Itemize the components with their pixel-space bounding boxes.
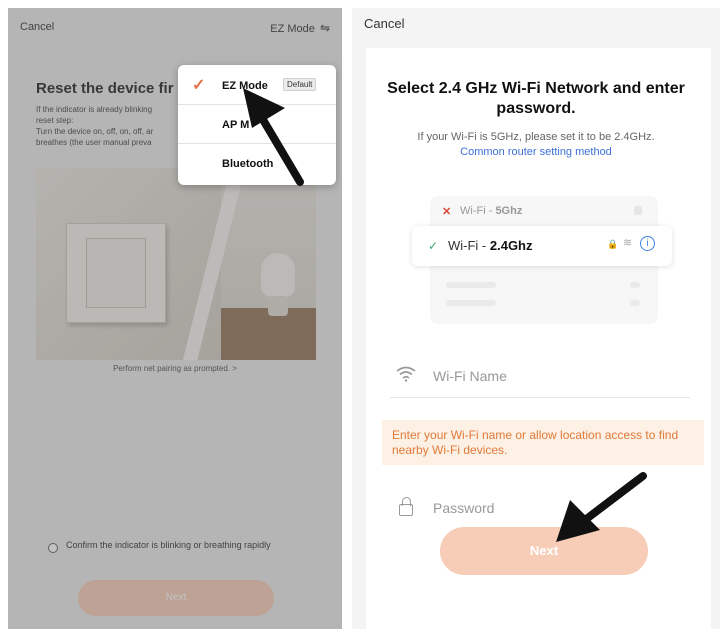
frequency-hint: If your Wi-Fi is 5GHz, please set it to … <box>417 131 655 143</box>
pairing-prompt-link[interactable]: Perform net pairing as prompted. > <box>8 364 342 373</box>
lock-icon: 🔒 <box>607 239 619 249</box>
wifi-name-input[interactable]: Wi-Fi Name <box>433 368 507 384</box>
wifi-icon <box>396 366 416 387</box>
wifi-24g-label: Wi-Fi - 2.4Ghz <box>448 238 533 253</box>
password-input[interactable]: Password <box>433 500 494 516</box>
router-settings-link[interactable]: Common router setting method <box>352 146 720 158</box>
next-button[interactable]: Next <box>440 527 648 575</box>
menu-item-label: Bluetooth <box>222 158 274 170</box>
wifi-24g-row: ✓ Wi-Fi - 2.4Ghz 🔒 ≋ i <box>412 226 672 266</box>
checkmark-icon: ✓ <box>192 77 206 94</box>
wifi-5g-prefix: Wi-Fi - <box>460 205 496 217</box>
light-switch-rocker <box>86 238 146 308</box>
page-title: Reset the device fir <box>36 80 174 97</box>
wifi-name-field[interactable]: Wi-Fi Name <box>390 358 690 398</box>
table-surface <box>221 308 316 360</box>
page-title: Select 2.4 GHz Wi-Fi Network and enter p… <box>387 80 685 117</box>
placeholder-row <box>630 300 640 306</box>
default-badge: Default <box>283 78 317 91</box>
wifi-24g-prefix: Wi-Fi - <box>448 238 490 253</box>
location-warning: Enter your Wi-Fi name or allow location … <box>382 420 704 465</box>
wifi-5g-row: ✕ Wi-Fi - 5Ghz <box>430 202 658 224</box>
check-icon: ✓ <box>428 239 439 253</box>
menu-item-ez-mode[interactable]: ✓ EZ Mode Default <box>178 67 336 105</box>
device-illustration <box>36 168 316 360</box>
menu-item-bluetooth[interactable]: Bluetooth <box>178 145 336 183</box>
lock-icon <box>634 206 642 215</box>
menu-item-label: AP M <box>222 119 250 131</box>
wifi-5g-label: Wi-Fi - 5Ghz <box>460 205 522 217</box>
swap-icon: ⇋ <box>319 21 330 35</box>
menu-item-label: EZ Mode <box>222 80 268 92</box>
placeholder-row <box>446 300 496 306</box>
right-screen: Cancel Select 2.4 GHz Wi-Fi Network and … <box>352 8 720 629</box>
wifi-24g-value: 2.4Ghz <box>489 238 533 253</box>
confirm-label: Confirm the indicator is blinking or bre… <box>66 540 271 550</box>
lock-icon <box>399 497 413 516</box>
wifi-signal-icon: ≋ <box>623 237 633 249</box>
left-screen: Cancel EZ Mode ⇋ Reset the device fir If… <box>8 8 342 629</box>
info-icon: i <box>640 236 655 251</box>
wifi-5g-value: 5Ghz <box>495 205 523 217</box>
placeholder-row <box>630 282 640 288</box>
light-bulb-icon <box>261 253 295 297</box>
cross-icon: ✕ <box>442 206 452 218</box>
mode-selector[interactable]: EZ Mode ⇋ <box>270 21 330 35</box>
cancel-button[interactable]: Cancel <box>20 21 54 33</box>
mode-dropdown-menu: ✓ EZ Mode Default AP M Bluetooth <box>178 65 336 185</box>
password-field[interactable]: Password <box>390 490 690 530</box>
next-button[interactable]: Next <box>78 580 274 616</box>
cancel-button[interactable]: Cancel <box>364 16 404 31</box>
menu-item-ap-mode[interactable]: AP M <box>178 106 336 144</box>
mode-label: EZ Mode <box>270 23 315 35</box>
bulb-socket <box>268 296 288 316</box>
confirm-radio[interactable] <box>48 543 58 553</box>
placeholder-row <box>446 282 496 288</box>
